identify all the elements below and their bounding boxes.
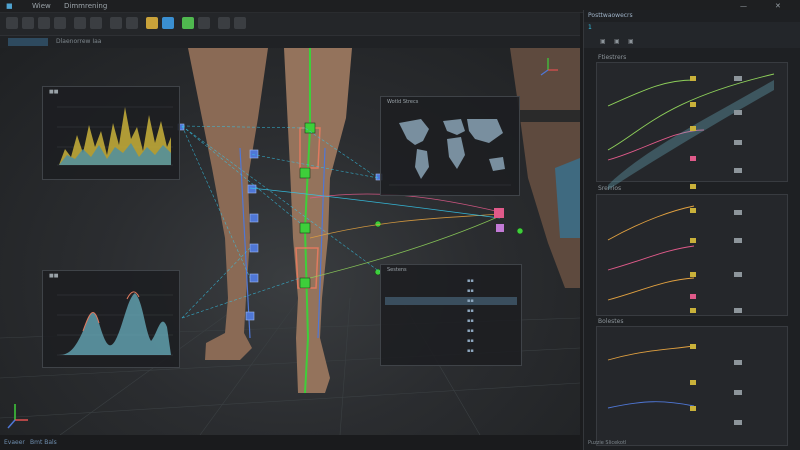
viewport-label: Dlaenorrew Iaa bbox=[56, 38, 102, 45]
keyframe-icon[interactable] bbox=[218, 17, 230, 29]
world-map-shapes bbox=[399, 119, 505, 179]
parameter-list-panel[interactable]: Sestens ▪▪ ▪▪ ▪▪ ▪▪ ▪▪ ▪▪ ▪▪ ▪▪ bbox=[380, 264, 522, 366]
main-toolbar bbox=[0, 13, 580, 36]
move-tool-icon[interactable] bbox=[22, 17, 34, 29]
panel-status: Puzzie Slicekotl bbox=[588, 440, 627, 446]
node-graph-curves[interactable] bbox=[584, 10, 800, 450]
camera-tool-icon[interactable] bbox=[126, 17, 138, 29]
select-tool-icon[interactable] bbox=[6, 17, 18, 29]
status-mode[interactable]: Evaeer bbox=[4, 435, 25, 450]
target-nodes[interactable] bbox=[494, 208, 504, 232]
axis-gizmo-icon[interactable] bbox=[7, 404, 28, 429]
list-item[interactable]: ▪▪ bbox=[385, 327, 517, 335]
parameter-list-title: Sestens bbox=[387, 267, 407, 273]
list-item[interactable]: ▪▪ bbox=[385, 317, 517, 325]
status-info: Bmt Bals bbox=[30, 439, 57, 446]
menu-item-dimension[interactable]: Dimmrening bbox=[64, 0, 107, 12]
list-item[interactable]: ▪▪ bbox=[385, 287, 517, 295]
world-map-panel[interactable]: Wotld Strecs bbox=[380, 96, 520, 196]
bone-tool-icon[interactable] bbox=[110, 17, 122, 29]
render-icon[interactable] bbox=[162, 17, 174, 29]
menu-item-view[interactable]: Wiew bbox=[32, 0, 51, 12]
3d-viewport[interactable]: ■■ Wotld Strecs ■■ Sestens ▪▪ ▪▪ ▪▪ ▪▪ ▪… bbox=[0, 48, 580, 435]
viewport-mode-badge[interactable] bbox=[8, 38, 48, 46]
status-bar: Evaeer Bmt Bals bbox=[0, 435, 580, 450]
grid-tool-icon[interactable] bbox=[90, 17, 102, 29]
list-item[interactable]: ▪▪ bbox=[385, 307, 517, 315]
control-handles[interactable] bbox=[177, 123, 383, 321]
spectrum-graph-panel[interactable]: ■■ bbox=[42, 86, 180, 180]
app-logo-icon: ■ bbox=[6, 2, 13, 10]
waveform-graph-panel[interactable]: ■■ bbox=[42, 270, 180, 368]
folder-icon[interactable] bbox=[146, 17, 158, 29]
viewport-header: Dlaenorrew Iaa bbox=[0, 36, 580, 48]
snap-tool-icon[interactable] bbox=[74, 17, 86, 29]
list-item-selected[interactable]: ▪▪ bbox=[385, 297, 517, 305]
scale-tool-icon[interactable] bbox=[54, 17, 66, 29]
play-icon[interactable] bbox=[182, 17, 194, 29]
curve-icon[interactable] bbox=[234, 17, 246, 29]
rotate-tool-icon[interactable] bbox=[38, 17, 50, 29]
node-editor-panel: Posttwaowecrs 1 ▣ ▣ ▣ Ftiestrers Srerrio… bbox=[583, 10, 800, 450]
list-item[interactable]: ▪▪ bbox=[385, 337, 517, 345]
list-item[interactable]: ▪▪ bbox=[385, 347, 517, 355]
list-item[interactable]: ▪▪ bbox=[385, 277, 517, 285]
record-icon[interactable] bbox=[198, 17, 210, 29]
